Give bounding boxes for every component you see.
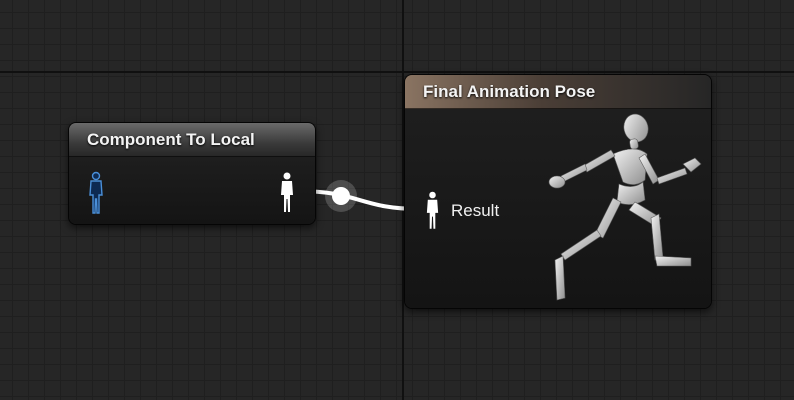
pose-input-pin-icon[interactable] <box>88 171 104 215</box>
result-pin-label: Result <box>451 201 500 220</box>
running-mannequin-icon <box>548 113 702 301</box>
node-title: Component To Local <box>69 123 315 157</box>
component-to-local-node[interactable]: Component To Local <box>68 122 316 225</box>
wire-knot <box>332 187 350 205</box>
node-title: Final Animation Pose <box>405 75 711 109</box>
result-pose-pin-icon[interactable] <box>425 190 440 230</box>
pose-output-pin-icon[interactable] <box>279 171 295 213</box>
